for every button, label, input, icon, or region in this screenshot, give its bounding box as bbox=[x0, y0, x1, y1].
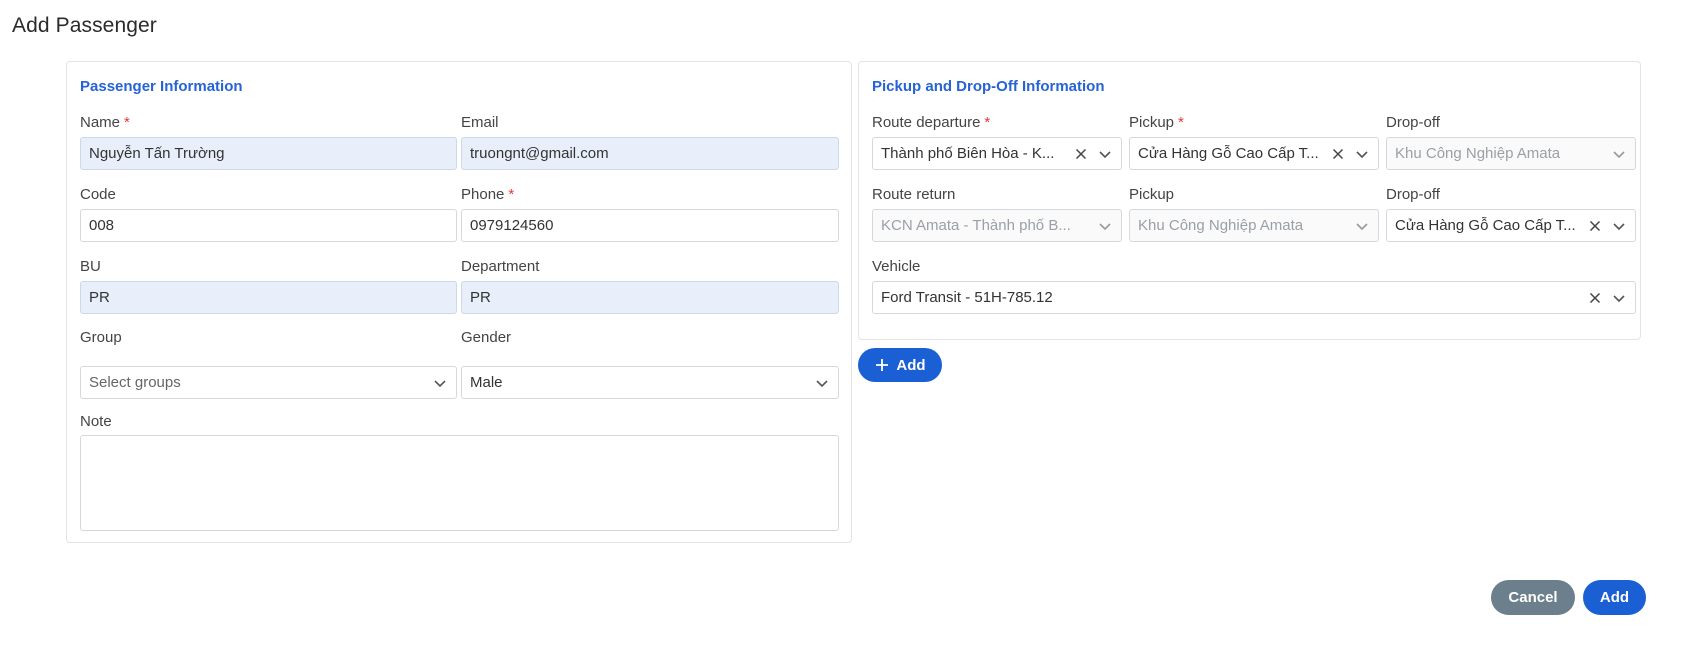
add-route-label: Add bbox=[896, 356, 926, 374]
return-dropoff-label: Drop-off bbox=[1386, 186, 1440, 203]
return-dropoff-value: Cửa Hàng Gỗ Cao Cấp T... bbox=[1395, 217, 1576, 234]
passenger-section-title: Passenger Information bbox=[80, 78, 243, 95]
plus-icon bbox=[874, 357, 890, 373]
bu-label: BU bbox=[80, 258, 101, 275]
gender-value: Male bbox=[470, 374, 503, 391]
vehicle-value: Ford Transit - 51H-785.12 bbox=[881, 289, 1053, 306]
required-mark: * bbox=[124, 114, 130, 131]
close-icon[interactable] bbox=[1330, 146, 1346, 162]
route-departure-label-text: Route departure bbox=[872, 114, 981, 131]
passenger-info-card: Passenger Information Name * Nguyễn Tấn T… bbox=[66, 61, 852, 543]
department-field[interactable]: PR bbox=[461, 281, 839, 314]
phone-label: Phone * bbox=[461, 186, 514, 203]
return-pickup-label: Pickup bbox=[1129, 186, 1175, 203]
departure-pickup-value: Cửa Hàng Gỗ Cao Cấp T... bbox=[1138, 145, 1319, 162]
name-label-text: Name bbox=[80, 114, 121, 131]
departure-pickup-select[interactable]: Cửa Hàng Gỗ Cao Cấp T... bbox=[1129, 137, 1379, 170]
required-mark: * bbox=[1178, 114, 1184, 131]
required-mark: * bbox=[508, 186, 515, 203]
departure-dropoff-value: Khu Công Nghiệp Amata bbox=[1395, 145, 1561, 162]
route-departure-select[interactable]: Thành phố Biên Hòa - K... bbox=[872, 137, 1122, 170]
name-label: Name * bbox=[80, 114, 130, 131]
add-passenger-button[interactable]: Add bbox=[1583, 580, 1646, 615]
chevron-down-icon[interactable] bbox=[1097, 146, 1113, 162]
route-departure-value: Thành phố Biên Hòa - K... bbox=[881, 145, 1055, 162]
page-title: Add Passenger bbox=[12, 14, 157, 37]
chevron-down-icon[interactable] bbox=[1611, 146, 1627, 162]
pickup-dropoff-card: Pickup and Drop-Off Information Route de… bbox=[858, 61, 1641, 340]
gender-label: Gender bbox=[461, 329, 512, 346]
departure-dropoff-select[interactable]: Khu Công Nghiệp Amata bbox=[1386, 137, 1636, 170]
pickup-section-title: Pickup and Drop-Off Information bbox=[872, 78, 1105, 95]
name-field[interactable]: Nguyễn Tấn Trường bbox=[80, 137, 457, 170]
department-label: Department bbox=[461, 258, 540, 275]
close-icon[interactable] bbox=[1587, 218, 1603, 234]
chevron-down-icon[interactable] bbox=[814, 375, 830, 391]
bu-value: PR bbox=[89, 289, 110, 306]
close-icon[interactable] bbox=[1587, 290, 1603, 306]
code-value: 008 bbox=[89, 217, 115, 234]
code-field[interactable]: 008 bbox=[80, 209, 457, 242]
add-route-button[interactable]: Add bbox=[858, 348, 942, 382]
code-label: Code bbox=[80, 186, 116, 203]
vehicle-label: Vehicle bbox=[872, 258, 921, 275]
departure-dropoff-label: Drop-off bbox=[1386, 114, 1440, 131]
cancel-button[interactable]: Cancel bbox=[1491, 580, 1575, 615]
chevron-down-icon[interactable] bbox=[1611, 290, 1627, 306]
close-icon[interactable] bbox=[1073, 146, 1089, 162]
email-label: Email bbox=[461, 114, 499, 131]
chevron-down-icon[interactable] bbox=[1354, 218, 1370, 234]
bu-field[interactable]: PR bbox=[80, 281, 457, 314]
chevron-down-icon[interactable] bbox=[1611, 218, 1627, 234]
gender-select[interactable]: Male bbox=[461, 366, 839, 399]
phone-label-text: Phone bbox=[461, 186, 505, 203]
chevron-down-icon[interactable] bbox=[1097, 218, 1113, 234]
group-select[interactable]: Select groups bbox=[80, 366, 457, 399]
return-pickup-select[interactable]: Khu Công Nghiệp Amata bbox=[1129, 209, 1379, 242]
note-textarea[interactable] bbox=[80, 435, 839, 531]
email-value: truongnt@gmail.com bbox=[470, 145, 609, 162]
phone-value: 0979124560 bbox=[470, 217, 554, 234]
required-mark: * bbox=[984, 114, 991, 131]
route-return-value: KCN Amata - Thành phố B... bbox=[881, 217, 1071, 234]
chevron-down-icon[interactable] bbox=[1354, 146, 1370, 162]
return-pickup-value: Khu Công Nghiệp Amata bbox=[1138, 217, 1304, 234]
route-return-select[interactable]: KCN Amata - Thành phố B... bbox=[872, 209, 1122, 242]
note-label: Note bbox=[80, 413, 112, 430]
chevron-down-icon[interactable] bbox=[432, 375, 448, 391]
departure-pickup-label: Pickup * bbox=[1129, 114, 1184, 131]
add-passenger-label: Add bbox=[1599, 589, 1630, 606]
department-value: PR bbox=[470, 289, 491, 306]
vehicle-select[interactable]: Ford Transit - 51H-785.12 bbox=[872, 281, 1636, 314]
name-value: Nguyễn Tấn Trường bbox=[89, 145, 225, 162]
cancel-label: Cancel bbox=[1508, 589, 1558, 606]
group-label: Group bbox=[80, 329, 122, 346]
departure-pickup-label-text: Pickup bbox=[1129, 114, 1175, 131]
group-placeholder: Select groups bbox=[89, 374, 181, 391]
route-return-label: Route return bbox=[872, 186, 956, 203]
return-dropoff-select[interactable]: Cửa Hàng Gỗ Cao Cấp T... bbox=[1386, 209, 1636, 242]
email-field[interactable]: truongnt@gmail.com bbox=[461, 137, 839, 170]
route-departure-label: Route departure * bbox=[872, 114, 990, 131]
phone-field[interactable]: 0979124560 bbox=[461, 209, 839, 242]
